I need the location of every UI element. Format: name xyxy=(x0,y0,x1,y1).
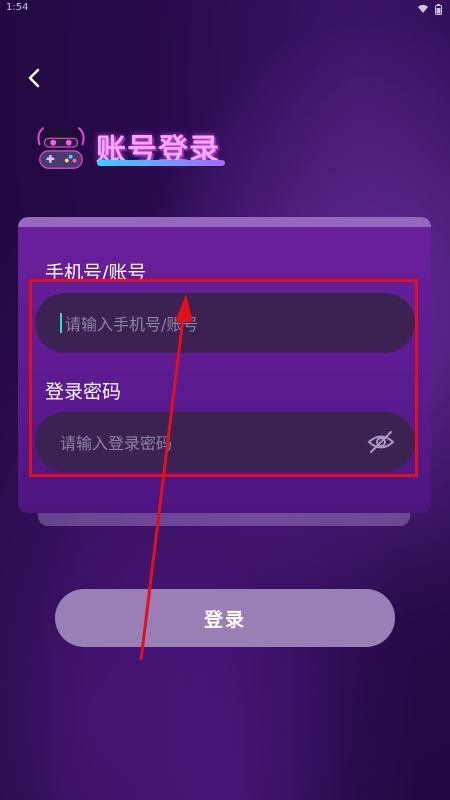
status-time: 1:54 xyxy=(6,2,29,13)
status-bar: 1:54 xyxy=(0,0,450,16)
battery-icon xyxy=(435,3,442,15)
chevron-left-icon xyxy=(28,68,40,88)
title-underline xyxy=(97,160,225,166)
wifi-icon xyxy=(418,4,428,14)
highlight-box xyxy=(29,279,418,477)
login-button[interactable]: 登录 xyxy=(55,589,395,647)
cat-gamer-mascot-icon xyxy=(37,125,85,169)
page-header: 账号登录 xyxy=(32,118,220,176)
back-button[interactable] xyxy=(22,66,46,90)
